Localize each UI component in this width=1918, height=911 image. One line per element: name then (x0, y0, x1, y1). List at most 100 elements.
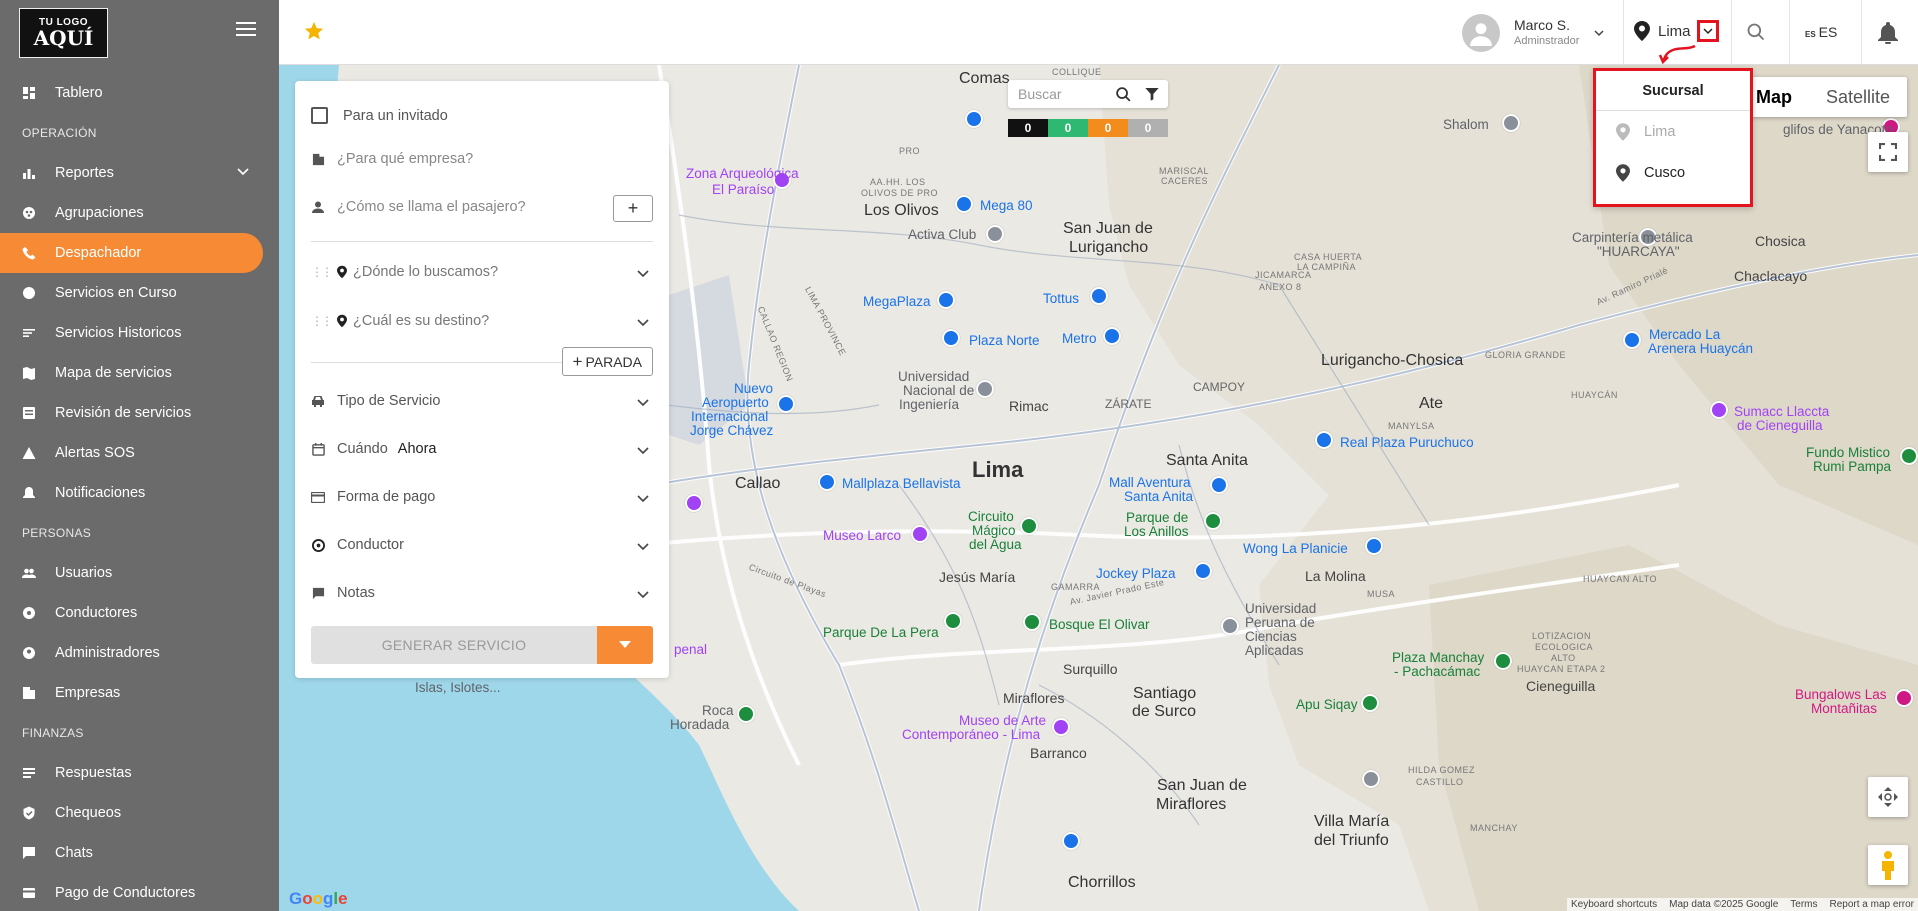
guest-checkbox-row[interactable]: Para un invitado (311, 107, 653, 124)
report-error-link[interactable]: Report a map error (1830, 899, 1914, 910)
poi-pin[interactable] (1103, 327, 1121, 345)
language-selector[interactable]: ES ES (1805, 24, 1837, 40)
poi-pin[interactable] (911, 525, 929, 543)
destination-field[interactable]: ⋮⋮ ¿Cuál es su destino? (311, 313, 653, 329)
sidebar-item-reportes[interactable]: Reportes (0, 153, 279, 193)
poi-pin[interactable] (1204, 512, 1222, 530)
sidebar-item-servicios-historicos[interactable]: Servicios Historicos (0, 313, 279, 353)
branch-option-cusco[interactable]: Cusco (1596, 152, 1750, 193)
chevron-down-icon[interactable] (1593, 27, 1605, 39)
poi-pin[interactable] (737, 705, 755, 723)
map-search-input[interactable]: Buscar (1008, 80, 1168, 108)
sidebar-item-administradores[interactable]: Administradores (0, 633, 279, 673)
status-counter[interactable]: 0 (1048, 119, 1088, 137)
service-type-select[interactable]: Tipo de Servicio (311, 393, 653, 409)
chevron-down-icon[interactable] (637, 317, 649, 327)
filter-icon[interactable] (1144, 86, 1160, 102)
poi-pin[interactable] (1710, 401, 1728, 419)
status-counter[interactable]: 0 (1128, 119, 1168, 137)
dashboard-icon (22, 86, 36, 100)
status-counter[interactable]: 0 (1008, 119, 1048, 137)
favorite-star-icon[interactable] (303, 20, 325, 42)
sidebar-item-empresas[interactable]: Empresas (0, 673, 279, 713)
when-select[interactable]: Cuándo Ahora (311, 441, 653, 457)
guest-checkbox[interactable] (311, 107, 328, 124)
add-stop-button[interactable]: + PARADA (561, 347, 653, 376)
poi-pin[interactable] (1023, 613, 1041, 631)
sidebar-item-despachador[interactable]: Despachador (0, 233, 263, 273)
poi-pin[interactable] (1194, 562, 1212, 580)
payment-select[interactable]: Forma de pago (311, 489, 653, 505)
branch-option-lima[interactable]: Lima (1596, 111, 1750, 152)
poi-pin[interactable] (986, 225, 1004, 243)
poi-pin[interactable] (1062, 832, 1080, 850)
passenger-field[interactable]: ¿Cómo se llama el pasajero? (311, 199, 653, 215)
terms-link[interactable]: Terms (1790, 899, 1817, 910)
logo[interactable]: TU LOGO AQUÍ (19, 8, 108, 58)
sidebar-item-mapa-de-servicios[interactable]: Mapa de servicios (0, 353, 279, 393)
poi-pin[interactable] (1365, 537, 1383, 555)
street-view-button[interactable] (1868, 845, 1908, 885)
sidebar-item-conductores[interactable]: Conductores (0, 593, 279, 633)
sidebar-item-chequeos[interactable]: Chequeos (0, 793, 279, 833)
sidebar-item-tablero[interactable]: Tablero (0, 73, 279, 113)
drag-handle-icon[interactable]: ⋮⋮ (311, 265, 333, 279)
poi-pin[interactable] (1221, 617, 1239, 635)
poi-pin[interactable] (1623, 331, 1641, 349)
generate-options-button[interactable] (597, 626, 653, 664)
poi-pin[interactable] (1502, 114, 1520, 132)
search-icon[interactable] (1115, 86, 1132, 103)
menu-toggle-icon[interactable] (236, 22, 256, 38)
map-type-satellite-button[interactable]: Satellite (1809, 77, 1907, 117)
poi-pin[interactable] (1900, 447, 1918, 465)
poi-pin[interactable] (1895, 689, 1913, 707)
google-logo[interactable]: Google (289, 889, 348, 909)
notifications-bell-icon[interactable] (1878, 22, 1898, 44)
sidebar-item-servicios-en-curso[interactable]: Servicios en Curso (0, 273, 279, 313)
sidebar-item-usuarios[interactable]: Usuarios (0, 553, 279, 593)
keyboard-shortcuts-link[interactable]: Keyboard shortcuts (1571, 899, 1657, 910)
poi-pin[interactable] (944, 612, 962, 630)
poi-pin[interactable] (937, 291, 955, 309)
driver-select[interactable]: Conductor (311, 537, 653, 553)
status-counter[interactable]: 0 (1088, 119, 1128, 137)
poi-pin[interactable] (1210, 476, 1228, 494)
camera-control-button[interactable] (1868, 777, 1908, 817)
pickup-field[interactable]: ⋮⋮ ¿Dónde lo buscamos? (311, 264, 653, 280)
search-icon[interactable] (1746, 22, 1766, 42)
branch-dropdown-button[interactable] (1696, 20, 1719, 42)
location-pin-icon (337, 314, 347, 328)
map-icon (22, 366, 36, 380)
poi-pin[interactable] (1315, 431, 1333, 449)
poi-pin[interactable] (1361, 694, 1379, 712)
add-passenger-button[interactable]: + (613, 195, 653, 222)
sidebar-item-pago-de-conductores[interactable]: Pago de Conductores (0, 873, 279, 911)
poi-pin[interactable] (1090, 287, 1108, 305)
poi-pin[interactable] (955, 195, 973, 213)
notes-select[interactable]: Notas (311, 585, 653, 601)
poi-pin[interactable] (818, 473, 836, 491)
poi-pin[interactable] (1494, 652, 1512, 670)
poi-pin[interactable] (965, 110, 983, 128)
sidebar-item-revisión-de-servicios[interactable]: Revisión de servicios (0, 393, 279, 433)
generate-service-button[interactable]: GENERAR SERVICIO (311, 626, 597, 664)
poi-pin[interactable] (1052, 718, 1070, 736)
poi-pin[interactable] (976, 380, 994, 398)
poi-activa: Activa Club (908, 227, 977, 242)
branch-selector[interactable]: Lima (1634, 20, 1719, 42)
drag-handle-icon[interactable]: ⋮⋮ (311, 314, 333, 328)
sidebar-item-alertas-sos[interactable]: Alertas SOS (0, 433, 279, 473)
sidebar-item-notificaciones[interactable]: Notificaciones (0, 473, 279, 513)
sidebar-item-chats[interactable]: Chats (0, 833, 279, 873)
user-menu[interactable]: Marco S. Adminstrador (1462, 13, 1605, 53)
chevron-down-icon[interactable] (637, 268, 649, 278)
poi-pin[interactable] (685, 494, 703, 512)
poi-pin[interactable] (942, 329, 960, 347)
poi-pin[interactable] (1020, 517, 1038, 535)
company-field[interactable]: ¿Para qué empresa? (311, 151, 653, 167)
sidebar-item-respuestas[interactable]: Respuestas (0, 753, 279, 793)
sidebar-item-agrupaciones[interactable]: Agrupaciones (0, 193, 279, 233)
poi-pin[interactable] (777, 395, 795, 413)
poi-pin[interactable] (1362, 770, 1380, 788)
fullscreen-button[interactable] (1868, 132, 1908, 172)
